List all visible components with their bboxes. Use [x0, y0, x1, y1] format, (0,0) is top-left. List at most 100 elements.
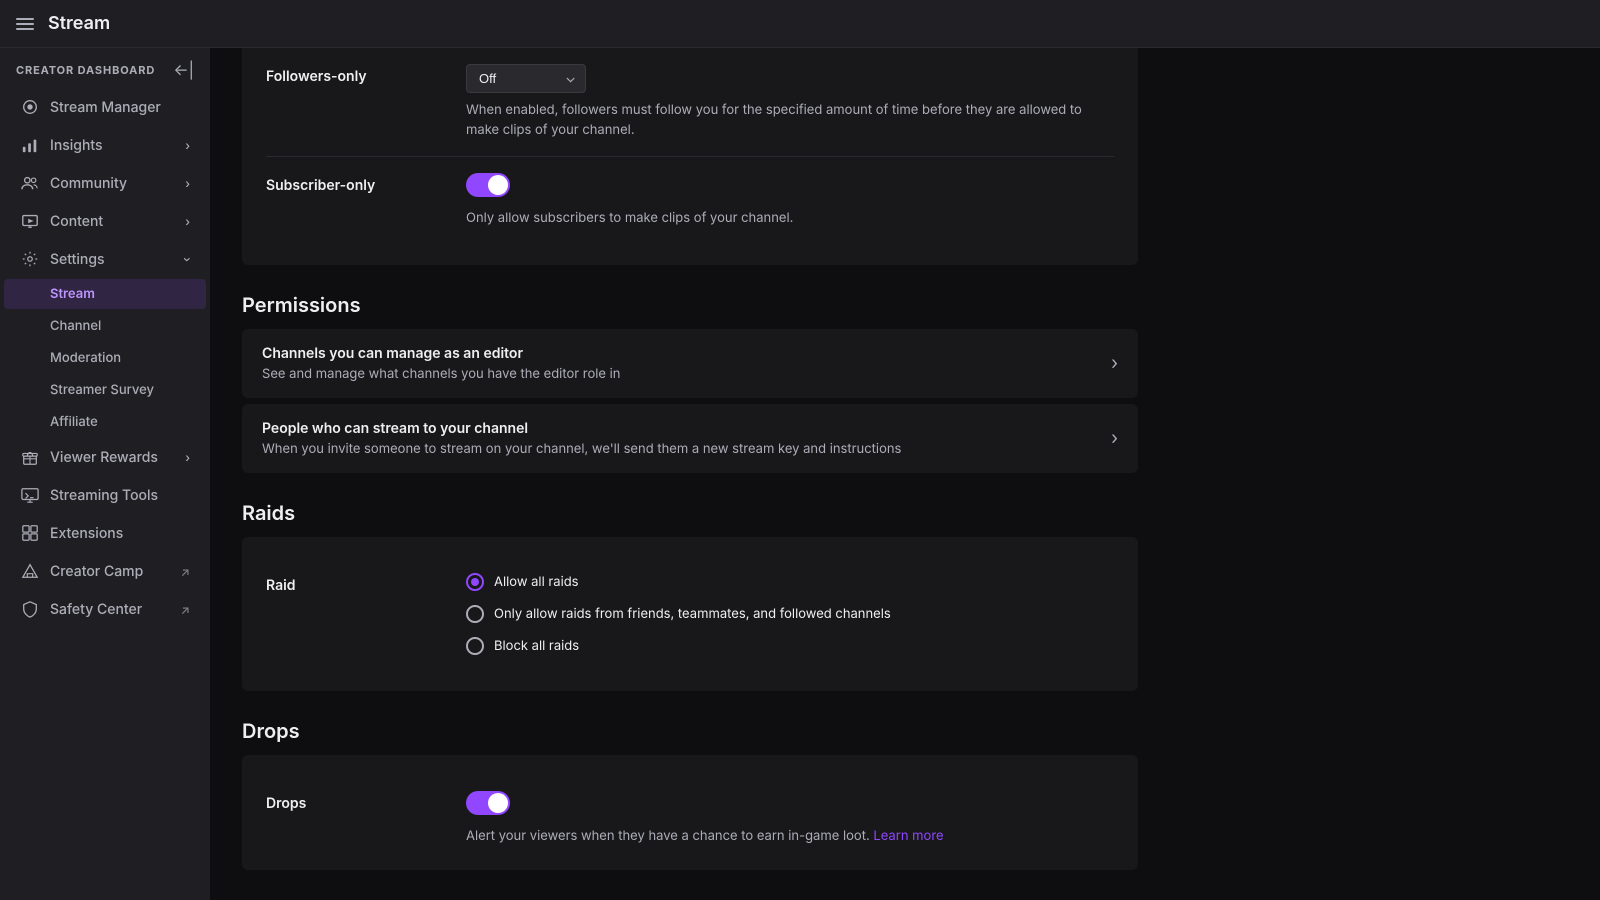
- permission-desc-editor: See and manage what channels you have th…: [262, 366, 620, 382]
- raid-option-allow-all[interactable]: Allow all raids: [466, 573, 1114, 591]
- main-content: Followers-only Off 10 minutes 30 minutes…: [210, 48, 1600, 900]
- sidebar-header: CREATOR DASHBOARD ←|: [0, 48, 210, 88]
- sidebar-item-content[interactable]: Content ›: [4, 203, 206, 239]
- sidebar-collapse-icon[interactable]: ←|: [173, 60, 194, 80]
- sidebar-item-creator-camp[interactable]: Creator Camp ↗: [4, 553, 206, 589]
- sidebar-sub-item-stream[interactable]: Stream: [4, 279, 206, 309]
- settings-chevron-icon: ›: [180, 257, 195, 262]
- raid-radio-block-icon: [466, 637, 484, 655]
- menu-icon[interactable]: [16, 14, 36, 34]
- followers-only-dropdown-wrapper: Off 10 minutes 30 minutes 1 hour 1 day 1…: [466, 64, 586, 93]
- topbar-title: Stream: [48, 13, 110, 34]
- sidebar-label-safety-center: Safety Center: [50, 601, 142, 618]
- sub-item-label-moderation: Moderation: [50, 350, 121, 366]
- viewer-rewards-icon: [20, 447, 40, 467]
- raid-label: Raid: [266, 573, 466, 594]
- raid-option-friends-only[interactable]: Only allow raids from friends, teammates…: [466, 605, 1114, 623]
- clips-card: Followers-only Off 10 minutes 30 minutes…: [242, 48, 1138, 265]
- permission-chevron-people-icon: ›: [1111, 428, 1118, 449]
- sidebar-item-insights[interactable]: Insights ›: [4, 127, 206, 163]
- subscriber-only-label: Subscriber-only: [266, 173, 466, 194]
- permission-chevron-editor-icon: ›: [1111, 353, 1118, 374]
- permission-title-people-stream: People who can stream to your channel: [262, 420, 901, 437]
- drops-heading: Drops: [242, 719, 1138, 743]
- sidebar-sub-item-affiliate[interactable]: Affiliate: [4, 407, 206, 437]
- sidebar-label-settings: Settings: [50, 251, 105, 268]
- safety-center-external-icon: ↗: [181, 602, 190, 617]
- drops-row: Drops Alert your viewers when they have …: [266, 775, 1114, 851]
- subscriber-only-description: Only allow subscribers to make clips of …: [466, 209, 1114, 229]
- permission-row-editor[interactable]: Channels you can manage as an editor See…: [242, 329, 1138, 398]
- permission-desc-people-stream: When you invite someone to stream on you…: [262, 441, 901, 457]
- subscriber-only-control: Only allow subscribers to make clips of …: [466, 173, 1114, 229]
- drops-card: Drops Alert your viewers when they have …: [242, 755, 1138, 871]
- raid-row: Raid Allow all raids Only allow raids fr…: [266, 557, 1114, 671]
- raid-label-allow-all: Allow all raids: [494, 574, 579, 590]
- drops-toggle[interactable]: [466, 791, 510, 815]
- raid-option-block-all[interactable]: Block all raids: [466, 637, 1114, 655]
- sidebar-label-streaming-tools: Streaming Tools: [50, 487, 158, 504]
- insights-icon: [20, 135, 40, 155]
- sidebar-item-community[interactable]: Community ›: [4, 165, 206, 201]
- topbar: Stream: [0, 0, 1600, 48]
- drops-label: Drops: [266, 791, 466, 812]
- sidebar-sub-item-streamer-survey[interactable]: Streamer Survey: [4, 375, 206, 405]
- creator-dashboard-label: CREATOR DASHBOARD: [16, 63, 155, 77]
- sidebar-item-viewer-rewards[interactable]: Viewer Rewards ›: [4, 439, 206, 475]
- raid-radio-friends-icon: [466, 605, 484, 623]
- permission-info-people-stream: People who can stream to your channel Wh…: [262, 420, 901, 457]
- sidebar-item-extensions[interactable]: Extensions: [4, 515, 206, 551]
- followers-only-description: When enabled, followers must follow you …: [466, 101, 1114, 140]
- raids-card: Raid Allow all raids Only allow raids fr…: [242, 537, 1138, 691]
- subscriber-only-thumb: [488, 175, 508, 195]
- insights-chevron-icon: ›: [185, 138, 190, 153]
- permission-row-people-stream[interactable]: People who can stream to your channel Wh…: [242, 404, 1138, 473]
- raids-heading: Raids: [242, 501, 1138, 525]
- permissions-heading: Permissions: [242, 293, 1138, 317]
- raid-label-block-all: Block all raids: [494, 638, 579, 654]
- drops-control: Alert your viewers when they have a chan…: [466, 791, 1114, 847]
- permission-title-editor: Channels you can manage as an editor: [262, 345, 620, 362]
- subscriber-only-row: Subscriber-only Only allow subscribers t…: [266, 157, 1114, 245]
- sidebar-label-creator-camp: Creator Camp: [50, 563, 143, 580]
- sidebar-item-streaming-tools[interactable]: Streaming Tools: [4, 477, 206, 513]
- community-icon: [20, 173, 40, 193]
- drops-thumb: [488, 793, 508, 813]
- raid-control: Allow all raids Only allow raids from fr…: [466, 573, 1114, 655]
- stream-manager-icon: [20, 97, 40, 117]
- raid-radio-allow-all-icon: [466, 573, 484, 591]
- sidebar-item-settings[interactable]: Settings ›: [4, 241, 206, 277]
- sidebar-label-stream-manager: Stream Manager: [50, 99, 161, 116]
- raid-radio-group: Allow all raids Only allow raids from fr…: [466, 573, 1114, 655]
- sidebar-label-extensions: Extensions: [50, 525, 123, 542]
- sidebar-sub-item-channel[interactable]: Channel: [4, 311, 206, 341]
- drops-description-text: Alert your viewers when they have a chan…: [466, 828, 870, 844]
- raid-label-friends-only: Only allow raids from friends, teammates…: [494, 606, 891, 622]
- streaming-tools-icon: [20, 485, 40, 505]
- sidebar-sub-item-moderation[interactable]: Moderation: [4, 343, 206, 373]
- sidebar-item-stream-manager[interactable]: Stream Manager: [4, 89, 206, 125]
- followers-only-select[interactable]: Off 10 minutes 30 minutes 1 hour 1 day 1…: [466, 64, 586, 93]
- followers-only-control: Off 10 minutes 30 minutes 1 hour 1 day 1…: [466, 64, 1114, 140]
- content-chevron-icon: ›: [185, 214, 190, 229]
- settings-icon: [20, 249, 40, 269]
- sidebar-label-viewer-rewards: Viewer Rewards: [50, 449, 158, 466]
- sub-item-label-streamer-survey: Streamer Survey: [50, 382, 154, 398]
- content-icon: [20, 211, 40, 231]
- safety-center-icon: [20, 599, 40, 619]
- viewer-rewards-chevron-icon: ›: [185, 450, 190, 465]
- sub-item-label-channel: Channel: [50, 318, 101, 334]
- community-chevron-icon: ›: [185, 176, 190, 191]
- creator-camp-external-icon: ↗: [181, 564, 190, 579]
- followers-only-label: Followers-only: [266, 64, 466, 85]
- extensions-icon: [20, 523, 40, 543]
- sidebar: CREATOR DASHBOARD ←| Stream Manager: [0, 48, 210, 900]
- permission-info-editor: Channels you can manage as an editor See…: [262, 345, 620, 382]
- subscriber-only-toggle[interactable]: [466, 173, 510, 197]
- sidebar-item-safety-center[interactable]: Safety Center ↗: [4, 591, 206, 627]
- content-area: Followers-only Off 10 minutes 30 minutes…: [210, 48, 1170, 900]
- sidebar-label-content: Content: [50, 213, 103, 230]
- drops-learn-more-link[interactable]: Learn more: [873, 828, 943, 844]
- sidebar-label-community: Community: [50, 175, 127, 192]
- sub-item-label-stream: Stream: [50, 286, 95, 302]
